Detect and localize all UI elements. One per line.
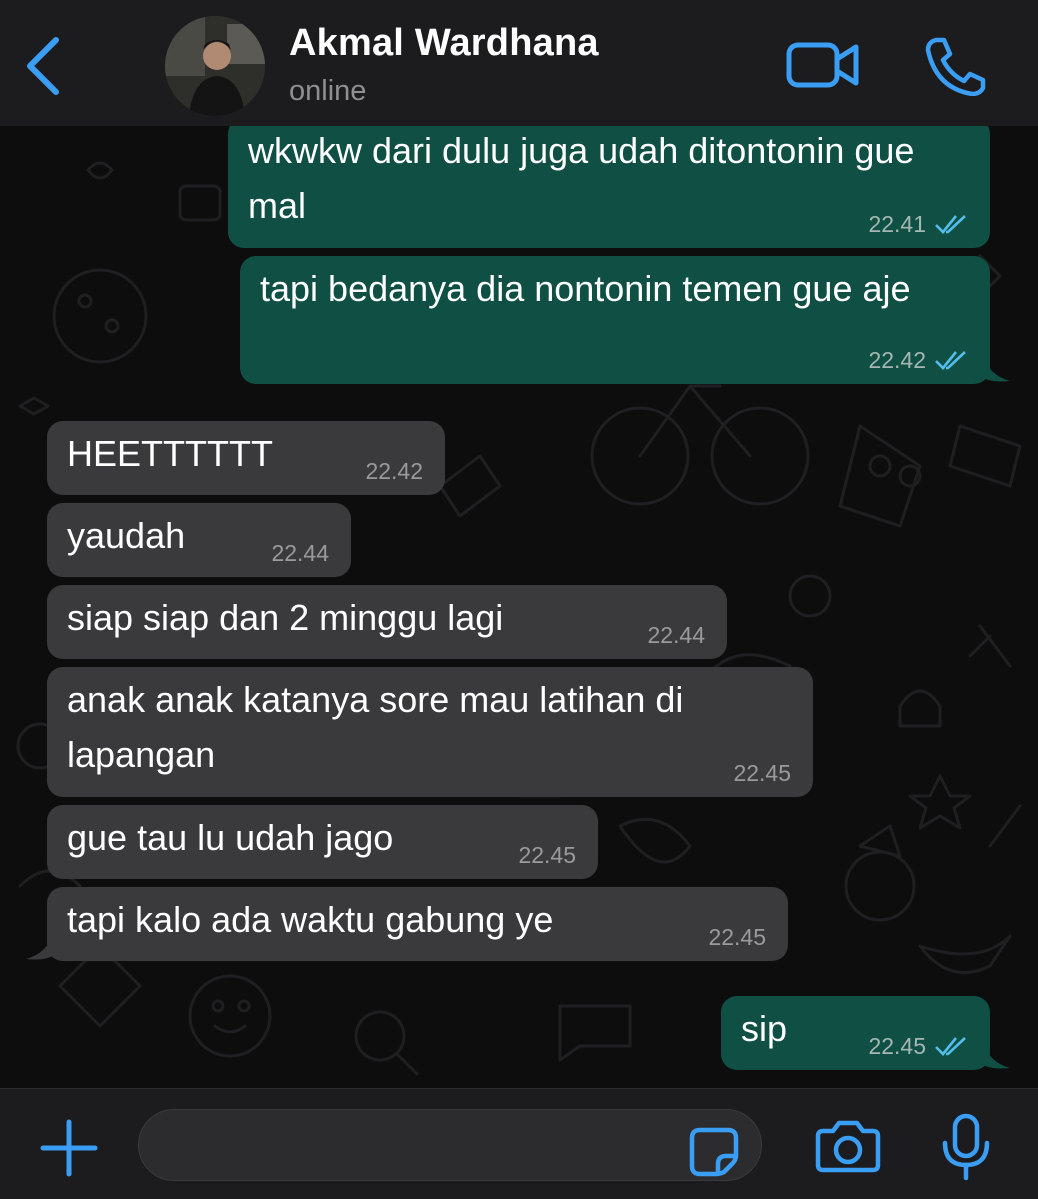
microphone-icon bbox=[942, 1113, 990, 1181]
bubble-tail bbox=[26, 931, 54, 960]
message-time: 22.45 bbox=[733, 760, 791, 786]
back-button[interactable] bbox=[22, 34, 66, 98]
attach-button[interactable] bbox=[40, 1119, 98, 1177]
voice-call-button[interactable] bbox=[922, 36, 986, 97]
double-check-read-icon bbox=[935, 215, 966, 234]
message-bubble-incoming[interactable]: tapi kalo ada waktu gabung ye 22.45 bbox=[47, 887, 788, 961]
double-check-read-icon bbox=[935, 1037, 966, 1056]
message-time: 22.45 bbox=[868, 1033, 926, 1059]
message-time: 22.42 bbox=[365, 458, 423, 484]
message-bubble-incoming[interactable]: anak anak katanya sore mau latihan di la… bbox=[47, 667, 813, 797]
message-input-bar bbox=[0, 1088, 1038, 1199]
message-meta: 22.45 bbox=[868, 1032, 968, 1060]
microphone-button[interactable] bbox=[940, 1113, 992, 1181]
message-time: 22.42 bbox=[868, 347, 926, 373]
message-text: tapi kalo ada waktu gabung ye bbox=[67, 899, 554, 940]
message-input[interactable] bbox=[138, 1109, 762, 1181]
contact-photo bbox=[165, 16, 265, 116]
message-text: gue tau lu udah jago bbox=[67, 817, 394, 858]
video-camera-icon bbox=[786, 42, 859, 88]
message-time: 22.41 bbox=[868, 211, 926, 237]
chat-header: Akmal Wardhana online bbox=[0, 0, 1038, 126]
message-bubble-incoming[interactable]: HEETTTTTT 22.42 bbox=[47, 421, 445, 495]
message-time: 22.44 bbox=[271, 540, 329, 566]
contact-name[interactable]: Akmal Wardhana bbox=[289, 22, 599, 65]
message-text: wkwkw dari dulu juga udah ditontonin gue… bbox=[248, 130, 925, 226]
message-text: tapi bedanya dia nontonin temen gue aje bbox=[260, 268, 911, 309]
message-time: 22.45 bbox=[708, 924, 766, 950]
message-bubble-outgoing[interactable]: tapi bedanya dia nontonin temen gue aje … bbox=[240, 256, 990, 384]
message-text: siap siap dan 2 minggu lagi bbox=[67, 597, 504, 638]
video-call-button[interactable] bbox=[786, 38, 860, 92]
message-bubble-incoming[interactable]: siap siap dan 2 minggu lagi 22.44 bbox=[47, 585, 727, 659]
bubble-tail bbox=[982, 353, 1010, 382]
message-time: 22.44 bbox=[647, 622, 705, 648]
message-bubble-incoming[interactable]: gue tau lu udah jago 22.45 bbox=[47, 805, 598, 879]
sticker-button[interactable] bbox=[688, 1126, 740, 1178]
chevron-left-icon bbox=[27, 37, 59, 95]
message-bubble-outgoing[interactable]: wkwkw dari dulu juga udah ditontonin gue… bbox=[228, 126, 990, 248]
plus-icon bbox=[40, 1119, 98, 1177]
phone-icon bbox=[925, 37, 986, 97]
message-meta: 22.42 bbox=[868, 346, 968, 374]
double-check-read-icon bbox=[935, 351, 966, 370]
sticker-icon bbox=[689, 1127, 739, 1177]
camera-button[interactable] bbox=[815, 1119, 881, 1173]
chat-area[interactable]: wkwkw dari dulu juga udah ditontonin gue… bbox=[0, 126, 1038, 1088]
message-text: anak anak katanya sore mau latihan di la… bbox=[67, 679, 694, 775]
message-time: 22.45 bbox=[518, 842, 576, 868]
message-meta: 22.41 bbox=[868, 210, 968, 238]
avatar[interactable] bbox=[165, 16, 265, 116]
message-bubble-incoming[interactable]: yaudah 22.44 bbox=[47, 503, 351, 577]
camera-icon bbox=[815, 1120, 881, 1173]
contact-status: online bbox=[289, 75, 367, 107]
bubble-tail bbox=[982, 1040, 1010, 1069]
message-bubble-outgoing[interactable]: sip 22.45 bbox=[721, 996, 990, 1070]
